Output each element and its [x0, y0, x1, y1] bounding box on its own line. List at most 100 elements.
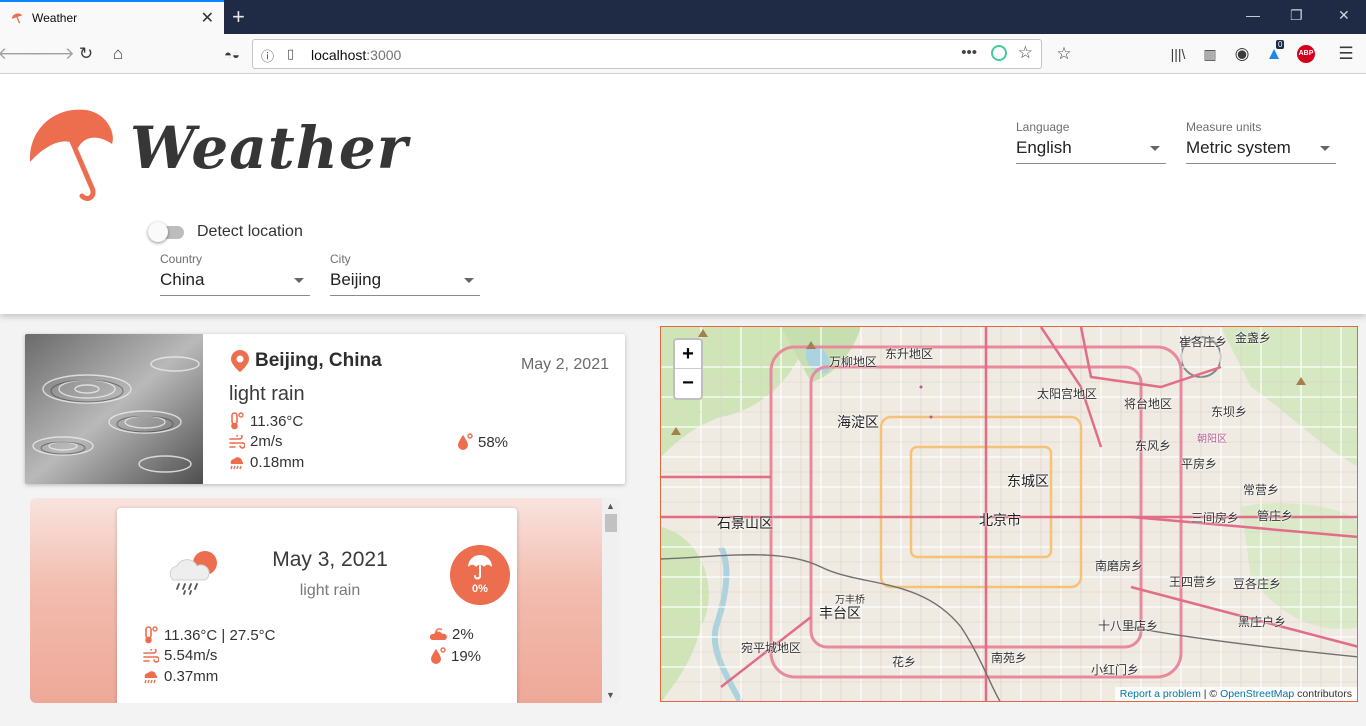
country-value[interactable]: China — [160, 270, 310, 296]
forward-icon[interactable]: 🡒 — [29, 42, 75, 66]
browser-tab[interactable]: Weather ✕ — [0, 0, 224, 34]
map-label: 金盏乡 — [1235, 331, 1272, 345]
units-value[interactable]: Metric system — [1186, 138, 1336, 164]
map-label: 十八里店乡 — [1098, 619, 1159, 633]
thermometer-icon — [231, 412, 244, 430]
map-label: 豆各庄乡 — [1233, 577, 1282, 591]
adblock-icon[interactable]: ABP — [1294, 42, 1318, 66]
language-label: Language — [1016, 120, 1070, 134]
country-select[interactable]: Country China — [160, 252, 310, 296]
rain-photo — [25, 334, 203, 484]
map-label: 崔各庄乡 — [1179, 335, 1228, 349]
osm-link[interactable]: OpenStreetMap — [1220, 688, 1294, 700]
location-pin-icon — [231, 350, 249, 372]
window-close-icon[interactable]: ✕ — [1338, 7, 1350, 24]
map-label: 万丰桥 — [835, 595, 865, 606]
map-label: 朝阳区 — [1197, 434, 1227, 445]
rain-cloud-icon — [144, 670, 158, 683]
forecast-humidity: 19% — [430, 647, 481, 665]
map-label: 东风乡 — [1135, 439, 1172, 453]
minimize-icon[interactable]: — — [1246, 7, 1260, 23]
page-actions-icon[interactable]: ••• — [961, 44, 977, 61]
zoom-out-button[interactable]: − — [675, 369, 701, 398]
library-icon[interactable]: |||\ — [1166, 42, 1190, 66]
map-label: 宛平城地区 — [741, 641, 802, 655]
url-text: localhost:3000 — [311, 47, 402, 63]
chevron-down-icon — [464, 278, 474, 283]
forecast-scrollbar[interactable]: ▲ ▼ — [602, 498, 620, 703]
map-label: 丰台区 — [819, 605, 861, 621]
wind-icon — [143, 648, 159, 663]
forecast-clouds: 2% — [430, 626, 474, 643]
current-wind: 2m/s — [229, 433, 283, 450]
info-icon[interactable]: ⓘ — [261, 46, 274, 65]
scroll-down-icon[interactable]: ▼ — [606, 690, 615, 700]
chevron-down-icon — [1320, 146, 1330, 151]
map-label: 太阳宫地区 — [1037, 387, 1098, 401]
scroll-up-icon[interactable]: ▲ — [606, 501, 615, 511]
browser-nav-bar: 🡐 🡒 ↻ ⌂ ◓◒ ⓘ ▯ localhost:3000 ••• ☆ ☆ ||… — [0, 34, 1366, 74]
bookmark-star-icon[interactable]: ☆ — [1018, 43, 1033, 63]
forecast-precipitation: 0.37mm — [143, 668, 218, 685]
clouds-icon — [430, 627, 447, 640]
home-icon[interactable]: ⌂ — [106, 42, 130, 66]
chevron-down-icon — [1150, 146, 1160, 151]
language-value[interactable]: English — [1016, 138, 1166, 164]
map-label: 常营乡 — [1243, 483, 1280, 497]
map-label: 东城区 — [1007, 473, 1049, 489]
precip-probability-badge: 0% — [450, 545, 510, 605]
forecast-list[interactable]: May 3, 2021 light rain 0% 11.36°C | 27.5… — [30, 498, 620, 703]
current-location-text: Beijing, China — [255, 350, 382, 371]
detect-location-toggle[interactable] — [148, 222, 186, 242]
forecast-temperature: 11.36°C | 27.5°C — [143, 626, 276, 644]
language-select[interactable]: Language English — [1016, 120, 1166, 164]
current-temperature: 11.36°C — [229, 412, 303, 430]
city-map[interactable]: 万柳地区 东升地区 太阳宫地区 将台地区 海淀区 东城区 石景山区 北京市 丰台… — [660, 326, 1358, 702]
account-icon[interactable]: ◉ — [1230, 42, 1254, 66]
humidity-drop-icon — [431, 647, 446, 664]
units-label: Measure units — [1186, 120, 1262, 134]
app-header: Weather Language English Measure units M… — [0, 74, 1366, 314]
map-label: 东坝乡 — [1211, 405, 1248, 419]
new-tab-icon[interactable]: + — [232, 4, 245, 30]
map-label: 管庄乡 — [1257, 509, 1294, 523]
current-date: May 2, 2021 — [520, 356, 609, 373]
scroll-thumb[interactable] — [605, 514, 617, 532]
map-zoom-control: + − — [673, 338, 703, 400]
city-value[interactable]: Beijing — [330, 270, 480, 296]
umbrella-favicon-icon — [11, 13, 23, 24]
reload-icon[interactable]: ↻ — [74, 42, 98, 66]
menu-icon[interactable]: ☰ — [1334, 42, 1358, 66]
thermometer-icon — [145, 626, 158, 644]
map-label: 将台地区 — [1124, 397, 1173, 411]
restore-icon[interactable]: ❐ — [1290, 7, 1303, 24]
report-problem-link[interactable]: Report a problem — [1120, 688, 1201, 700]
pocket-icon[interactable]: ☆ — [1052, 42, 1076, 66]
page-icon: ▯ — [287, 46, 295, 61]
notification-badge: 0 — [1276, 40, 1285, 49]
current-precipitation: 0.18mm — [229, 454, 304, 471]
umbrella-icon — [468, 555, 492, 580]
country-label: Country — [160, 252, 203, 266]
sidebar-icon[interactable]: ▥ — [1198, 42, 1222, 66]
notifications-icon[interactable]: ▲ 0 — [1262, 40, 1286, 66]
map-label: 花乡 — [892, 655, 917, 669]
city-select[interactable]: City Beijing — [330, 252, 480, 296]
umbrella-logo-icon — [29, 109, 113, 201]
map-label: 黑庄户乡 — [1238, 615, 1287, 629]
map-label: 东升地区 — [885, 347, 934, 361]
close-tab-icon[interactable]: ✕ — [201, 8, 214, 28]
extension-icon[interactable] — [991, 45, 1007, 61]
zoom-in-button[interactable]: + — [675, 340, 701, 369]
toggle-thumb[interactable] — [148, 222, 168, 242]
map-label: 石景山区 — [717, 515, 773, 531]
current-description: light rain — [229, 383, 305, 405]
map-label: 平房乡 — [1181, 457, 1218, 471]
units-select[interactable]: Measure units Metric system — [1186, 120, 1336, 164]
map-attribution: Report a problem | © OpenStreetMap contr… — [1114, 687, 1357, 701]
tracking-mask-icon[interactable]: ◓◒ — [220, 42, 244, 66]
url-bar[interactable]: ⓘ ▯ localhost:3000 ••• ☆ — [252, 39, 1042, 69]
wind-icon — [229, 434, 245, 449]
rain-cloud-icon — [230, 456, 244, 469]
browser-tab-bar: Weather ✕ + — ❐ ✕ — [0, 0, 1366, 34]
